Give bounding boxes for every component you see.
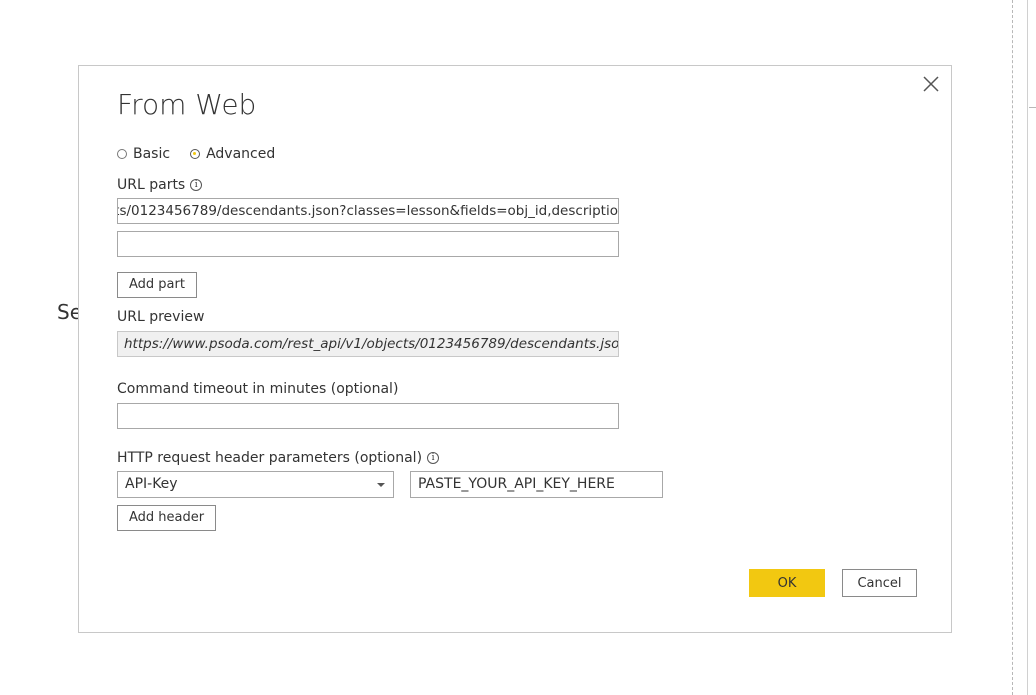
url-part-1-input[interactable]: ects/0123456789/descendants.json?classes…	[117, 198, 619, 224]
header-value-input[interactable]: PASTE_YOUR_API_KEY_HERE	[410, 471, 663, 498]
ok-button[interactable]: OK	[749, 569, 825, 597]
advanced-radio-label: Advanced	[206, 146, 276, 162]
radio-unchecked-icon	[117, 149, 127, 159]
close-icon	[923, 76, 939, 92]
dialog-title: From Web	[117, 88, 257, 121]
basic-radio[interactable]: Basic	[117, 146, 170, 162]
http-headers-label-row: HTTP request header parameters (optional…	[117, 450, 440, 466]
background-divider-dashed	[1012, 0, 1013, 695]
url-part-1-value: ects/0123456789/descendants.json?classes…	[117, 203, 618, 219]
close-button[interactable]	[921, 74, 941, 94]
command-timeout-label: Command timeout in minutes (optional)	[117, 381, 399, 397]
info-icon[interactable]: i	[427, 452, 440, 464]
background-tick	[1029, 107, 1036, 108]
info-icon[interactable]: i	[190, 179, 203, 191]
basic-radio-label: Basic	[133, 146, 171, 162]
add-header-button[interactable]: Add header	[117, 505, 217, 531]
url-preview-field: https://www.psoda.com/rest_api/v1/object…	[117, 331, 619, 357]
header-key-select[interactable]: API-Key	[117, 471, 394, 498]
url-part-2-input[interactable]	[117, 231, 619, 257]
chevron-down-icon	[377, 483, 385, 487]
radio-checked-icon	[190, 149, 201, 159]
cancel-button[interactable]: Cancel	[842, 569, 917, 597]
url-preview-label: URL preview	[117, 309, 205, 325]
header-key-value: API-Key	[125, 476, 178, 492]
url-parts-label-row: URL parts i	[117, 177, 203, 193]
mode-radio-group: Basic Advanced	[117, 146, 295, 162]
http-headers-label: HTTP request header parameters (optional…	[117, 450, 423, 466]
add-part-button[interactable]: Add part	[117, 272, 197, 298]
background-divider	[1027, 0, 1028, 695]
url-parts-label: URL parts	[117, 177, 186, 193]
from-web-dialog: From Web Basic Advanced URL parts i ects…	[78, 65, 952, 633]
command-timeout-input[interactable]	[117, 403, 619, 429]
advanced-radio[interactable]: Advanced	[190, 146, 275, 162]
